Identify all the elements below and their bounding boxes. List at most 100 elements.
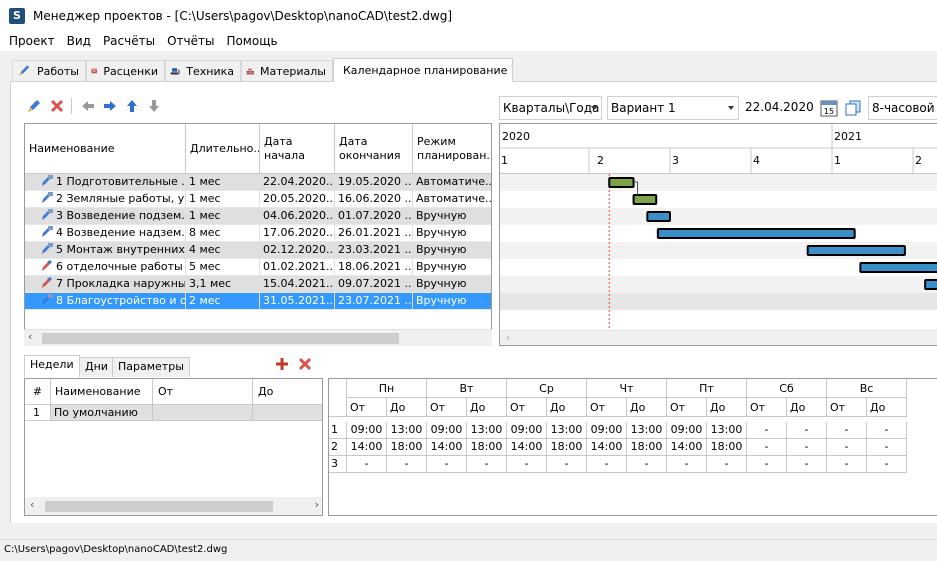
schedule-cell[interactable]: - xyxy=(787,456,827,473)
schedule-cell[interactable]: - xyxy=(787,439,827,456)
schedule-cell[interactable]: 18:00 xyxy=(707,439,747,456)
tab-calendar-planning[interactable]: Календарное планирование xyxy=(333,58,513,82)
task-grid-scrollbar[interactable]: ‹ xyxy=(24,329,492,346)
task-cell-name[interactable]: 1 Подготовительные ... xyxy=(25,174,186,191)
task-cell-name[interactable]: 5 Монтаж внутренних... xyxy=(25,242,186,259)
task-row[interactable]: 2 Земляные работы, у... 1 мес 20.05.2020..… xyxy=(25,191,491,208)
move-up-button[interactable] xyxy=(123,97,141,115)
task-cell-mode[interactable]: Вручную xyxy=(413,276,491,293)
delete-task-button[interactable] xyxy=(48,97,66,115)
task-cell-mode[interactable]: Автоматиче... xyxy=(413,174,491,191)
task-cell-start[interactable]: 02.12.2020... xyxy=(260,242,335,259)
task-cell-end[interactable]: 16.06.2020 ... xyxy=(335,191,413,208)
task-cell-name[interactable]: 3 Возведение подзем... xyxy=(25,208,186,225)
delete-week-button[interactable] xyxy=(296,355,314,373)
scroll-left-icon[interactable]: ‹ xyxy=(30,498,34,511)
col-header-to[interactable]: До xyxy=(253,379,322,405)
schedule-cell[interactable]: - xyxy=(467,456,507,473)
col-header-duration[interactable]: Длительно... xyxy=(186,124,260,174)
schedule-cell[interactable]: 14:00 xyxy=(667,439,707,456)
schedule-cell[interactable]: - xyxy=(747,456,787,473)
schedule-cell[interactable]: 13:00 xyxy=(387,422,427,439)
task-cell-name[interactable]: 7 Прокладка наружны... xyxy=(25,276,186,293)
tab-days[interactable]: Дни xyxy=(79,357,114,377)
schedule-cell[interactable]: - xyxy=(787,422,827,439)
col-header-name[interactable]: Наименование xyxy=(51,379,153,405)
schedule-cell[interactable]: 09:00 xyxy=(427,422,467,439)
task-cell-name[interactable]: 4 Возведение надзем... xyxy=(25,225,186,242)
tab-prices[interactable]: Расценки xyxy=(86,60,165,81)
col-header-mode[interactable]: Режим планирован... xyxy=(413,124,491,174)
task-cell-end[interactable]: 23.07.2021 ... xyxy=(335,293,413,310)
task-cell-end[interactable]: 23.03.2021 ... xyxy=(335,242,413,259)
task-cell-start[interactable]: 15.04.2021... xyxy=(260,276,335,293)
task-cell-name[interactable]: 8 Благоустройство и оз... xyxy=(25,293,186,310)
menu-calculations[interactable]: Расчёты xyxy=(97,31,161,51)
scroll-thumb[interactable] xyxy=(45,501,273,512)
tab-works[interactable]: Работы xyxy=(12,60,86,81)
weeks-grid-scrollbar[interactable]: ‹ › xyxy=(25,497,322,515)
move-down-button[interactable] xyxy=(145,97,163,115)
schedule-cell[interactable]: - xyxy=(587,456,627,473)
menu-view[interactable]: Вид xyxy=(61,31,97,51)
schedule-cell[interactable]: - xyxy=(347,456,387,473)
task-cell-start[interactable]: 17.06.2020... xyxy=(260,225,335,242)
work-calendar-select[interactable]: 8-часовой р xyxy=(868,96,937,120)
tab-machinery[interactable]: Техника xyxy=(165,60,241,81)
scroll-thumb[interactable] xyxy=(42,333,399,344)
col-header-from[interactable]: От xyxy=(153,379,253,405)
time-scale-select[interactable]: Кварталы\Года xyxy=(499,96,602,120)
add-week-button[interactable] xyxy=(273,355,291,373)
task-cell-mode[interactable]: Вручную xyxy=(413,259,491,276)
copy-calendar-button[interactable] xyxy=(843,98,863,118)
task-cell-duration[interactable]: 5 мес xyxy=(186,259,260,276)
schedule-cell[interactable]: - xyxy=(707,456,747,473)
schedule-cell[interactable]: - xyxy=(627,456,667,473)
schedule-cell[interactable]: 13:00 xyxy=(627,422,667,439)
schedule-cell[interactable]: 13:00 xyxy=(707,422,747,439)
move-left-button[interactable] xyxy=(79,97,97,115)
task-cell-end[interactable]: 18.06.2021 ... xyxy=(335,259,413,276)
date-field[interactable]: 22.04.2020 xyxy=(742,96,814,120)
scroll-left-icon[interactable]: ‹ xyxy=(506,331,510,344)
task-cell-mode[interactable]: Вручную xyxy=(413,208,491,225)
task-cell-duration[interactable]: 8 мес xyxy=(186,225,260,242)
schedule-cell[interactable]: - xyxy=(667,456,707,473)
task-row[interactable]: 3 Возведение подзем... 1 мес 04.06.2020...… xyxy=(25,208,491,225)
schedule-cell[interactable]: - xyxy=(747,439,787,456)
task-cell-mode[interactable]: Вручную xyxy=(413,293,491,310)
task-cell-start[interactable]: 22.04.2020... xyxy=(260,174,335,191)
task-cell-duration[interactable]: 1 мес xyxy=(186,174,260,191)
task-cell-end[interactable]: 09.07.2021 ... xyxy=(335,276,413,293)
schedule-cell[interactable]: - xyxy=(827,456,867,473)
task-row[interactable]: 7 Прокладка наружны... 3,1 мес 15.04.2021.… xyxy=(25,276,491,293)
week-row-from[interactable] xyxy=(153,405,253,421)
schedule-cell[interactable]: 14:00 xyxy=(587,439,627,456)
task-cell-mode[interactable]: Вручную xyxy=(413,225,491,242)
calendar-picker-button[interactable]: 15 xyxy=(819,98,839,118)
menu-help[interactable]: Помощь xyxy=(220,31,283,51)
move-right-button[interactable] xyxy=(101,97,119,115)
menu-reports[interactable]: Отчёты xyxy=(161,31,220,51)
task-cell-end[interactable]: 19.05.2020 ... xyxy=(335,174,413,191)
task-cell-duration[interactable]: 1 мес xyxy=(186,191,260,208)
tab-weeks[interactable]: Недели xyxy=(24,355,80,377)
task-row[interactable]: 5 Монтаж внутренних... 4 мес 02.12.2020...… xyxy=(25,242,491,259)
variant-select[interactable]: Вариант 1 xyxy=(607,96,739,120)
scroll-left-icon[interactable]: ‹ xyxy=(28,330,32,343)
task-cell-duration[interactable]: 2 мес xyxy=(186,293,260,310)
task-cell-mode[interactable]: Автоматиче... xyxy=(413,191,491,208)
task-cell-duration[interactable]: 1 мес xyxy=(186,208,260,225)
schedule-cell[interactable]: 13:00 xyxy=(547,422,587,439)
schedule-cell[interactable]: 18:00 xyxy=(547,439,587,456)
col-header-name[interactable]: Наименование xyxy=(25,124,186,174)
scroll-right-icon[interactable]: › xyxy=(315,498,319,511)
schedule-cell[interactable]: 18:00 xyxy=(627,439,667,456)
schedule-cell[interactable]: 18:00 xyxy=(467,439,507,456)
task-cell-start[interactable]: 31.05.2021... xyxy=(260,293,335,310)
col-header-start[interactable]: Дата начала xyxy=(260,124,335,174)
task-cell-end[interactable]: 01.07.2020 ... xyxy=(335,208,413,225)
schedule-cell[interactable]: 14:00 xyxy=(507,439,547,456)
task-row[interactable]: 6 отделочные работы 5 мес 01.02.2021... 18.… xyxy=(25,259,491,276)
col-header-end[interactable]: Дата окончания xyxy=(335,124,413,174)
